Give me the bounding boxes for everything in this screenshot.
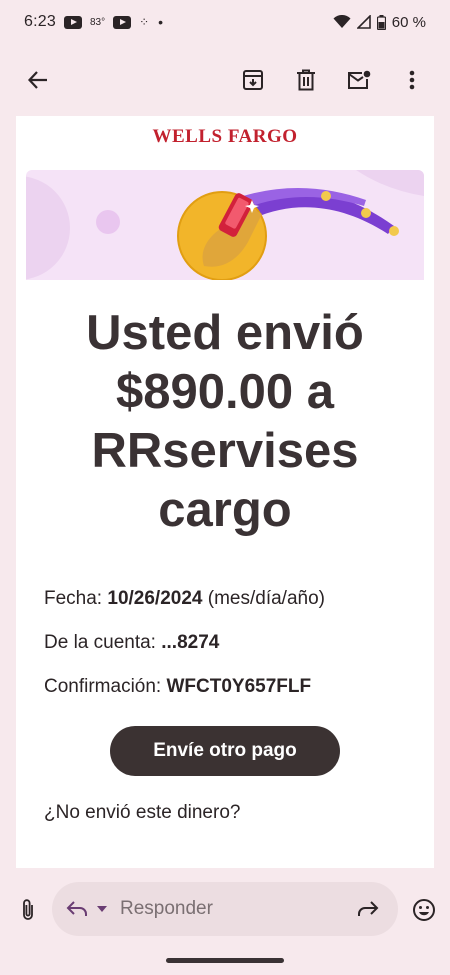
more-options-button[interactable]: [392, 60, 432, 100]
wifi-icon: [333, 15, 351, 28]
wells-fargo-logo: WELLS FARGO: [152, 126, 298, 147]
status-temperature: 83°: [89, 16, 106, 28]
archive-button[interactable]: [233, 60, 273, 100]
paperclip-icon: [23, 899, 33, 920]
forward-icon: [358, 901, 379, 916]
status-bar: 6:23 83° ⁘ • 60 %: [0, 0, 450, 44]
send-another-payment-button[interactable]: Envíe otro pago: [110, 726, 340, 776]
hero-banner: [26, 170, 424, 280]
forward-button[interactable]: [348, 889, 388, 929]
back-button[interactable]: [18, 60, 58, 100]
emoji-icon: [413, 899, 435, 921]
send-money-illustration: [26, 170, 424, 280]
battery-icon: [376, 14, 386, 30]
account-row: De la cuenta: ...8274: [44, 632, 434, 676]
status-time: 6:23: [24, 13, 56, 30]
battery-percent: 60 %: [391, 13, 426, 31]
date-format: (mes/día/año): [207, 588, 325, 609]
date-value: 10/26/2024: [107, 588, 203, 609]
youtube-notification-icon: [63, 15, 82, 29]
youtube-notification-icon-2: [113, 15, 132, 29]
email-body: WELLS FARGO Usted envió $890.00 a RRserv…: [16, 116, 434, 868]
more-vert-icon: [409, 70, 415, 90]
trash-icon: [297, 69, 315, 91]
date-row: Fecha: 10/26/2024 (mes/día/año): [44, 588, 434, 632]
reply-icon: [66, 901, 87, 916]
reply-bar: Responder: [0, 868, 450, 975]
account-label: De la cuenta:: [44, 632, 156, 653]
arrow-left-icon: [27, 71, 47, 89]
attach-button[interactable]: [8, 890, 48, 930]
payment-details: Fecha: 10/26/2024 (mes/día/año) De la cu…: [16, 588, 434, 720]
mark-unread-button[interactable]: [339, 60, 379, 100]
didnt-send-question: ¿No envió este dinero?: [44, 802, 241, 823]
email-app-bar: [0, 44, 450, 116]
account-value: ...8274: [161, 632, 220, 653]
confirmation-row: Confirmación: WFCT0Y657FLF: [44, 676, 434, 720]
signal-icon: [356, 15, 371, 29]
chevron-down-icon[interactable]: [96, 905, 108, 913]
archive-icon: [243, 70, 263, 90]
home-indicator[interactable]: [166, 958, 284, 963]
emoji-reaction-button[interactable]: [404, 890, 444, 930]
payment-headline: Usted envió $890.00 a RRservises cargo: [86, 306, 364, 537]
date-label: Fecha:: [44, 588, 103, 609]
reply-placeholder: Responder: [120, 898, 213, 919]
assistant-dots-icon: ⁘: [139, 15, 151, 29]
reply-field[interactable]: Responder: [52, 882, 398, 936]
mark-unread-icon: [348, 70, 371, 89]
confirmation-label: Confirmación:: [44, 676, 162, 697]
notification-dot-icon: •: [158, 14, 164, 30]
confirmation-value: WFCT0Y657FLF: [166, 676, 312, 697]
delete-button[interactable]: [286, 60, 326, 100]
